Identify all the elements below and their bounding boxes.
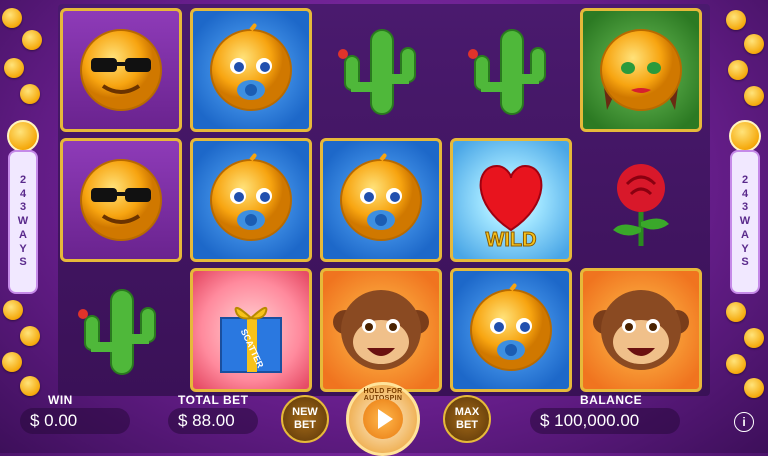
reel-cell-monkey-emoji bbox=[580, 268, 702, 392]
balance-label: BALANCE bbox=[580, 393, 643, 407]
ways-emoji-icon bbox=[7, 120, 39, 152]
baby-pacifier-emoji-icon bbox=[210, 153, 292, 241]
reel-cell-rose bbox=[580, 138, 702, 262]
total-bet-label: TOTAL BET bbox=[178, 393, 249, 407]
ways-char: 3 bbox=[19, 201, 27, 214]
cactus-icon bbox=[468, 29, 546, 115]
emoji-icon bbox=[744, 86, 764, 106]
ways-char: 4 bbox=[19, 187, 27, 200]
reel-cell-baby-pacifier-emoji bbox=[190, 8, 312, 132]
emoji-icon bbox=[4, 58, 24, 78]
cool-sunglasses-emoji-icon bbox=[80, 159, 162, 241]
reel-cell-monkey-emoji bbox=[320, 268, 442, 392]
ways-char: Y bbox=[19, 242, 27, 255]
reel-cell-cool-sunglasses-emoji bbox=[60, 138, 182, 262]
emoji-icon bbox=[20, 326, 40, 346]
reel-cell-lady-emoji bbox=[580, 8, 702, 132]
emoji-icon bbox=[2, 352, 22, 372]
new-bet-label: NEW bbox=[292, 405, 318, 418]
wild-heart-icon: WILD bbox=[479, 164, 543, 250]
lady-emoji-icon bbox=[600, 29, 682, 111]
max-bet-label: MAX bbox=[454, 405, 480, 418]
ways-badge-right: 2 4 3 W A Y S bbox=[730, 150, 760, 294]
new-bet-label: BET bbox=[294, 419, 316, 431]
ways-char: S bbox=[741, 256, 749, 269]
cactus-icon bbox=[338, 29, 416, 115]
monkey-emoji-icon bbox=[593, 290, 689, 370]
emoji-icon bbox=[744, 378, 764, 398]
ways-char: 2 bbox=[19, 173, 27, 186]
new-bet-button[interactable]: NEW BET bbox=[281, 395, 329, 443]
reel-cell-scatter-gift: SCATTER bbox=[190, 268, 312, 392]
reel-grid: WILD SCATTER bbox=[58, 4, 710, 396]
win-value: $ 0.00 bbox=[20, 408, 130, 434]
reel-cell-baby-pacifier-emoji bbox=[190, 138, 312, 262]
emoji-icon bbox=[3, 300, 23, 320]
ways-char: S bbox=[19, 256, 27, 269]
ways-char: 2 bbox=[741, 173, 749, 186]
reel-cell-cactus bbox=[450, 8, 572, 132]
reel-cell-wild-heart: WILD bbox=[450, 138, 572, 262]
max-bet-label: BET bbox=[456, 419, 478, 431]
spin-core bbox=[363, 399, 403, 439]
ways-char: A bbox=[741, 228, 749, 241]
ways-char: A bbox=[19, 228, 27, 241]
baby-pacifier-emoji-icon bbox=[470, 283, 552, 371]
total-bet-value: $ 88.00 bbox=[168, 408, 258, 434]
ways-badge-left: 2 4 3 W A Y S bbox=[8, 150, 38, 294]
baby-pacifier-emoji-icon bbox=[340, 153, 422, 241]
emoji-icon bbox=[726, 354, 746, 374]
ways-char: W bbox=[17, 215, 29, 228]
emoji-icon bbox=[2, 8, 22, 28]
reel-cell-baby-pacifier-emoji bbox=[320, 138, 442, 262]
emoji-icon bbox=[744, 328, 764, 348]
spin-button[interactable]: HOLD FOR AUTOSPIN bbox=[346, 382, 420, 456]
emoji-icon bbox=[20, 84, 40, 104]
monkey-emoji-icon bbox=[333, 290, 429, 370]
win-label: WIN bbox=[48, 393, 73, 407]
ways-char: 4 bbox=[741, 187, 749, 200]
rose-icon bbox=[613, 164, 669, 246]
emoji-icon bbox=[726, 10, 746, 30]
reel-cell-baby-pacifier-emoji bbox=[450, 268, 572, 392]
info-button[interactable]: i bbox=[734, 412, 754, 432]
cool-sunglasses-emoji-icon bbox=[80, 29, 162, 111]
emoji-icon bbox=[22, 30, 42, 50]
svg-text:WILD: WILD bbox=[485, 229, 536, 250]
ways-char: Y bbox=[741, 242, 749, 255]
baby-pacifier-emoji-icon bbox=[210, 23, 292, 111]
ways-char: W bbox=[739, 215, 751, 228]
balance-value: $ 100,000.00 bbox=[530, 408, 680, 434]
reel-cell-cool-sunglasses-emoji bbox=[60, 8, 182, 132]
ways-emoji-icon bbox=[729, 120, 761, 152]
cactus-icon bbox=[78, 289, 156, 375]
emoji-icon bbox=[744, 34, 764, 54]
emoji-icon bbox=[726, 302, 746, 322]
reel-cell-cactus bbox=[320, 8, 442, 132]
ways-char: 3 bbox=[741, 201, 749, 214]
reel-cell-cactus bbox=[60, 268, 182, 392]
max-bet-button[interactable]: MAX BET bbox=[443, 395, 491, 443]
scatter-gift-icon: SCATTER bbox=[220, 307, 282, 373]
emoji-icon bbox=[20, 376, 40, 396]
emoji-icon bbox=[728, 60, 748, 80]
play-icon bbox=[378, 409, 393, 429]
